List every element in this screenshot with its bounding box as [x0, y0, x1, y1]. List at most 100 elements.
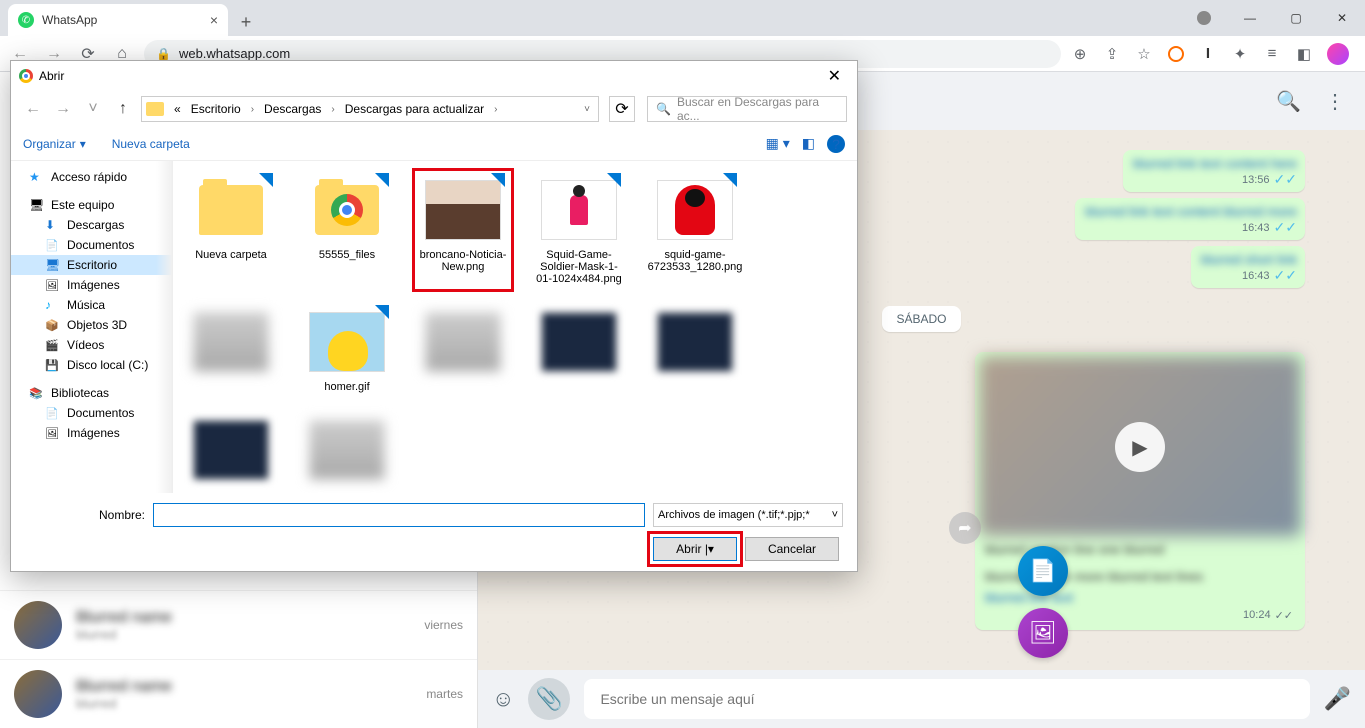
file-item-image[interactable]: homer.gif [299, 303, 395, 397]
folder-icon [146, 102, 164, 116]
help-icon[interactable]: ? [827, 135, 845, 153]
image-thumbnail [309, 312, 385, 372]
filetype-dropdown[interactable]: Archivos de imagen (*.tif;*.pjp;* ˅ [653, 503, 843, 527]
nav-back-button[interactable]: ← [21, 97, 45, 121]
dialog-footer: Nombre: Archivos de imagen (*.tif;*.pjp;… [11, 493, 857, 571]
view-mode-button[interactable]: ▦ ▾ [766, 135, 790, 152]
emoji-icon[interactable]: ☺ [492, 686, 514, 712]
tree-videos[interactable]: Vídeos [11, 335, 172, 355]
refresh-button[interactable]: ⟳ [609, 96, 635, 122]
cancel-button[interactable]: Cancelar [745, 537, 839, 561]
browser-tab-whatsapp[interactable]: ✆ WhatsApp × [8, 4, 228, 36]
extensions-icon[interactable]: ✦ [1231, 45, 1249, 63]
side-panel-icon[interactable]: ◧ [1295, 45, 1313, 63]
message-out[interactable]: blurred short link 16:43✓✓ [1191, 246, 1305, 288]
tab-close-icon[interactable]: × [210, 12, 218, 28]
message-input[interactable] [584, 679, 1309, 719]
file-item-folder[interactable]: 55555_files [299, 171, 395, 289]
whatsapp-favicon-icon: ✆ [18, 12, 34, 28]
tree-this-pc[interactable]: Este equipo [11, 195, 172, 215]
share-icon[interactable]: ⇪ [1103, 45, 1121, 63]
tree-desktop[interactable]: 🖥Escritorio [11, 255, 172, 275]
filename-label: Nombre: [25, 508, 145, 522]
reading-list-icon[interactable]: ≡ [1263, 45, 1281, 63]
tree-local-disk[interactable]: Disco local (C:) [11, 355, 172, 375]
pc-icon [29, 198, 45, 212]
read-tick-icon: ✓✓ [1274, 171, 1297, 188]
file-item-image[interactable]: broncano-Noticia-New.png [415, 171, 511, 289]
tree-3d-objects[interactable]: Objetos 3D [11, 315, 172, 335]
ext-orange-icon[interactable] [1167, 45, 1185, 63]
file-item-image[interactable]: Squid-Game-Soldier-Mask-1-01-1024x484.pn… [531, 171, 627, 289]
profile-avatar[interactable] [1327, 43, 1349, 65]
tab-title: WhatsApp [42, 13, 97, 27]
tree-quick-access[interactable]: ★Acceso rápido [11, 167, 172, 187]
tree-music[interactable]: ♪Música [11, 295, 172, 315]
new-tab-button[interactable]: + [232, 8, 260, 36]
new-folder-button[interactable]: Nueva carpeta [112, 137, 190, 151]
forward-icon[interactable]: ➦ [949, 512, 981, 544]
ext-i-icon[interactable]: I [1199, 45, 1217, 63]
image-thumbnail [657, 180, 733, 240]
chrome-icon [19, 69, 33, 83]
breadcrumb-segment[interactable]: Escritorio [187, 102, 245, 116]
read-tick-icon: ✓✓ [1274, 219, 1297, 236]
tree-libraries[interactable]: Bibliotecas [11, 383, 172, 403]
dialog-toolbar: Organizar ▾ Nueva carpeta ▦ ▾ ◧ ? [11, 127, 857, 161]
mic-icon[interactable]: 🎤 [1324, 686, 1351, 712]
file-item-image[interactable] [183, 411, 279, 493]
file-item-folder[interactable]: Nueva carpeta [183, 171, 279, 289]
chat-list-item[interactable]: Blurred name blurred viernes [0, 590, 477, 659]
tree-lib-documents[interactable]: Documentos [11, 403, 172, 423]
menu-icon[interactable]: ⋮ [1325, 89, 1345, 114]
attach-document-button[interactable]: 📄 [1018, 546, 1068, 596]
window-controls: — ▢ ✕ [1181, 0, 1365, 36]
read-tick-icon: ✓✓ [1274, 267, 1297, 284]
window-maximize-button[interactable]: ▢ [1273, 0, 1319, 36]
breadcrumb-segment[interactable]: Descargas [260, 102, 325, 116]
zoom-icon[interactable]: ⊕ [1071, 45, 1089, 63]
file-name: broncano-Noticia-New.png [419, 249, 507, 273]
tree-documents[interactable]: Documentos [11, 235, 172, 255]
window-close-button[interactable]: ✕ [1319, 0, 1365, 36]
tree-images[interactable]: Imágenes [11, 275, 172, 295]
nav-up-button[interactable]: ↑ [111, 97, 135, 121]
open-button[interactable]: Abrir |▾ [653, 537, 737, 561]
file-item-image[interactable]: squid-game-6723533_1280.png [647, 171, 743, 289]
message-out[interactable]: blurred link text content blurred more 1… [1075, 198, 1305, 240]
file-item-image[interactable] [415, 303, 511, 397]
organize-menu[interactable]: Organizar ▾ [23, 137, 86, 151]
file-item-image[interactable] [531, 303, 627, 397]
message-out[interactable]: blurred link text content here 13:56✓✓ [1123, 150, 1305, 192]
url-text: web.whatsapp.com [179, 46, 290, 61]
chat-name: Blurred name [76, 678, 412, 696]
bookmark-icon[interactable]: ☆ [1135, 45, 1153, 63]
dialog-close-button[interactable]: ✕ [820, 66, 849, 86]
dialog-titlebar: Abrir ✕ [11, 61, 857, 91]
message-time: 16:43 [1242, 222, 1270, 234]
image-thumbnail [425, 180, 501, 240]
dialog-body: ★Acceso rápido Este equipo ⬇Descargas Do… [11, 161, 857, 493]
breadcrumb-segment[interactable]: Descargas para actualizar [341, 102, 488, 116]
attach-icon[interactable]: 📎 [528, 678, 570, 720]
tree-lib-images[interactable]: Imágenes [11, 423, 172, 443]
tree-downloads[interactable]: ⬇Descargas [11, 215, 172, 235]
attach-photo-button[interactable]: 🖼 [1018, 608, 1068, 658]
window-minimize-button[interactable]: — [1227, 0, 1273, 36]
filename-input[interactable] [153, 503, 645, 527]
file-item-image[interactable] [647, 303, 743, 397]
chat-list-item[interactable]: Blurred name blurred martes [0, 659, 477, 728]
image-thumbnail [425, 312, 501, 372]
folder-icon [315, 185, 379, 235]
breadcrumb[interactable]: « Escritorio› Descargas› Descargas para … [141, 96, 599, 122]
chat-avatar [14, 670, 62, 718]
play-icon[interactable]: ▶ [1115, 422, 1165, 472]
file-item-image[interactable] [299, 411, 395, 493]
preview-pane-button[interactable]: ◧ [802, 135, 815, 152]
file-item-image[interactable] [183, 303, 279, 397]
search-icon[interactable]: 🔍 [1276, 89, 1301, 114]
nav-recent-button[interactable]: ˅ [81, 97, 105, 121]
download-icon: ⬇ [45, 218, 61, 232]
chevron-down-icon[interactable]: ˅ [580, 104, 594, 115]
dialog-search-input[interactable]: 🔍 Buscar en Descargas para ac... [647, 96, 847, 122]
